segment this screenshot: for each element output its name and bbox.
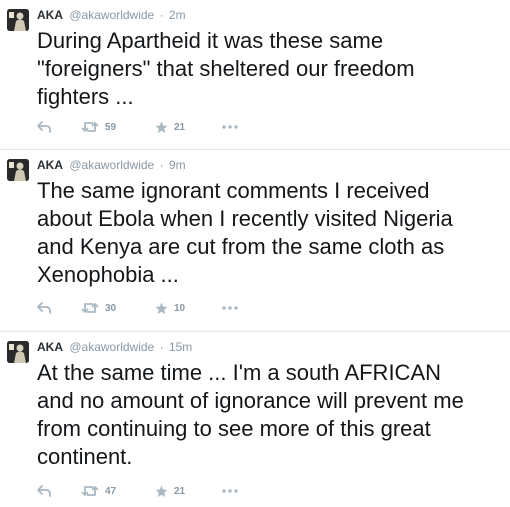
- retweet-icon: [81, 303, 99, 313]
- reply-icon: [37, 485, 51, 497]
- timestamp[interactable]: 15m: [169, 340, 192, 354]
- reply-icon: [37, 121, 51, 133]
- retweet-button[interactable]: 47: [81, 483, 116, 499]
- author-name[interactable]: AKA: [37, 8, 63, 22]
- more-button[interactable]: [222, 119, 238, 135]
- timestamp[interactable]: 2m: [169, 8, 186, 22]
- favorite-count: 21: [174, 485, 186, 497]
- author-name[interactable]: AKA: [37, 340, 63, 354]
- avatar[interactable]: [7, 9, 29, 31]
- retweet-button[interactable]: 59: [81, 119, 116, 135]
- tweet[interactable]: AKA @akaworldwide · 2m During Apartheid …: [0, 0, 510, 150]
- retweet-count: 59: [105, 121, 117, 133]
- avatar[interactable]: [7, 159, 29, 181]
- more-icon: [222, 306, 238, 310]
- tweet-header: AKA @akaworldwide · 2m: [37, 7, 186, 23]
- author-name[interactable]: AKA: [37, 158, 63, 172]
- reply-icon: [37, 302, 51, 314]
- tweet-text: During Apartheid it was these same "fore…: [37, 28, 415, 109]
- reply-button[interactable]: [37, 483, 51, 499]
- favorite-button[interactable]: 21: [155, 483, 185, 499]
- reply-button[interactable]: [37, 300, 51, 316]
- retweet-icon: [81, 122, 99, 132]
- star-icon: [155, 121, 168, 133]
- more-icon: [222, 489, 238, 493]
- tweet[interactable]: AKA @akaworldwide · 9m The same ignorant…: [0, 150, 510, 332]
- author-handle[interactable]: @akaworldwide: [69, 340, 154, 354]
- retweet-button[interactable]: 30: [81, 300, 116, 316]
- tweet-header: AKA @akaworldwide · 15m: [37, 339, 192, 355]
- separator: ·: [159, 340, 164, 354]
- retweet-count: 30: [105, 302, 117, 314]
- star-icon: [155, 302, 168, 314]
- avatar[interactable]: [7, 341, 29, 363]
- more-button[interactable]: [222, 300, 238, 316]
- favorite-count: 10: [174, 302, 186, 314]
- author-handle[interactable]: @akaworldwide: [69, 158, 154, 172]
- tweet[interactable]: AKA @akaworldwide · 15m At the same time…: [0, 332, 510, 507]
- favorite-button[interactable]: 21: [155, 119, 185, 135]
- reply-button[interactable]: [37, 119, 51, 135]
- separator: ·: [159, 8, 164, 22]
- more-button[interactable]: [222, 483, 238, 499]
- retweet-count: 47: [105, 485, 117, 497]
- tweet-text: The same ignorant comments I received ab…: [37, 178, 453, 287]
- author-handle[interactable]: @akaworldwide: [69, 8, 154, 22]
- favorite-button[interactable]: 10: [155, 300, 185, 316]
- timeline: AKA @akaworldwide · 2m During Apartheid …: [0, 0, 510, 507]
- star-icon: [155, 485, 168, 497]
- tweet-text: At the same time ... I'm a south AFRICAN…: [37, 360, 464, 469]
- more-icon: [222, 125, 238, 129]
- favorite-count: 21: [174, 121, 186, 133]
- separator: ·: [159, 158, 164, 172]
- timestamp[interactable]: 9m: [169, 158, 186, 172]
- retweet-icon: [81, 486, 99, 496]
- tweet-header: AKA @akaworldwide · 9m: [37, 157, 186, 173]
